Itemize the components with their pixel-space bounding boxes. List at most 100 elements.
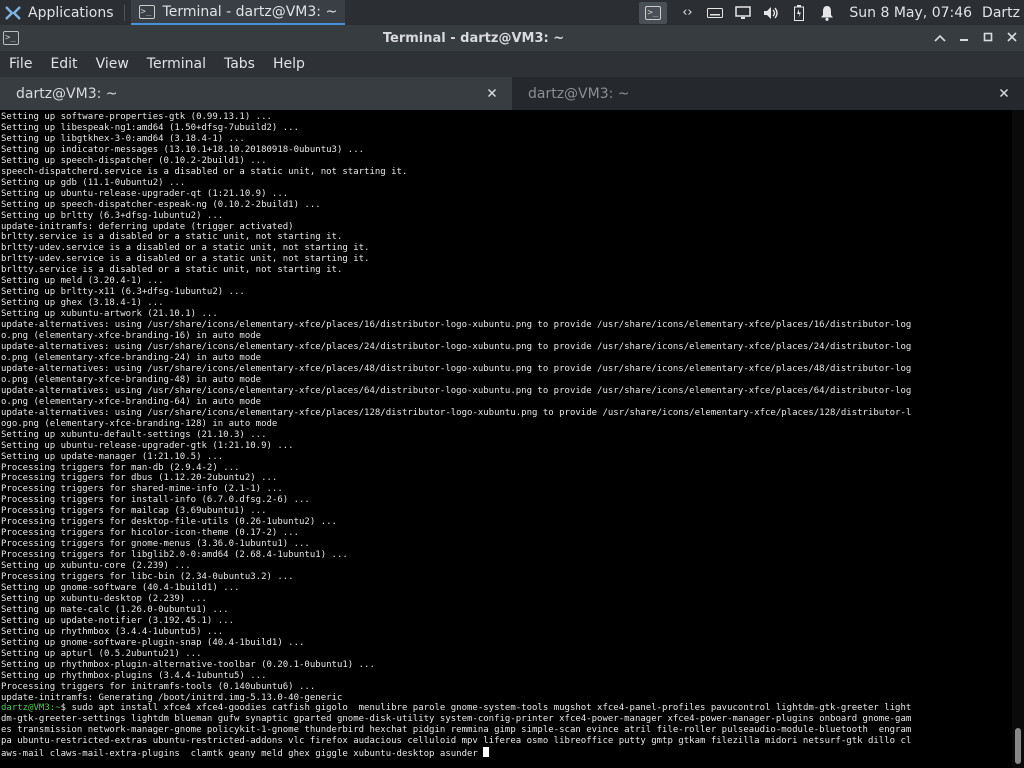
- menu-terminal[interactable]: Terminal: [138, 51, 215, 77]
- close-icon: [999, 88, 1009, 97]
- menu-help[interactable]: Help: [264, 51, 314, 77]
- tab-close-button[interactable]: [484, 86, 500, 102]
- menu-bar: File Edit View Terminal Tabs Help: [0, 51, 1024, 77]
- terminal-line: Processing triggers for desktop-file-uti…: [1, 517, 337, 528]
- tab-label: dartz@VM3: ~: [528, 85, 630, 102]
- command-text: es transmission network-manager-gnome po…: [1, 725, 912, 736]
- menu-file[interactable]: File: [0, 51, 41, 77]
- tab-1[interactable]: dartz@VM3: ~: [0, 77, 512, 110]
- terminal-line: Processing triggers for initramfs-tools …: [1, 681, 316, 692]
- tab-bar: dartz@VM3: ~ dartz@VM3: ~: [0, 77, 1024, 110]
- terminal-icon[interactable]: >_: [3, 31, 19, 45]
- display-icon[interactable]: [735, 5, 752, 21]
- terminal-line: Setting up xubuntu-default-settings (21.…: [1, 429, 267, 440]
- terminal-line: Processing triggers for gnome-menus (3.3…: [1, 539, 310, 550]
- minimize-icon: [960, 39, 968, 41]
- terminal-line: update-initramfs: deferring update (trig…: [1, 221, 294, 232]
- terminal-line: Setting up libgtkhex-3-0:amd64 (3.18.4-1…: [1, 133, 245, 144]
- terminal-line: Setting up libespeak-ng1:amd64 (1.50+dfs…: [1, 122, 300, 133]
- window-titlebar[interactable]: >_ Terminal - dartz@VM3: ~: [0, 25, 1024, 51]
- terminal-line: Processing triggers for mailcap (3.69ubu…: [1, 506, 267, 517]
- applications-label: Applications: [28, 4, 114, 21]
- terminal-line: brltty.service is a disabled or a static…: [1, 265, 343, 276]
- window-title: Terminal - dartz@VM3: ~: [382, 30, 565, 46]
- notifications-icon[interactable]: [819, 5, 835, 21]
- terminal-line: update-alternatives: using /usr/share/ic…: [1, 363, 912, 374]
- terminal-line: Setting up ubuntu-release-upgrader-gtk (…: [1, 440, 294, 451]
- menu-edit[interactable]: Edit: [41, 51, 86, 77]
- terminal-line: brltty-udev.service is a disabled or a s…: [1, 254, 370, 265]
- tab-label: dartz@VM3: ~: [16, 85, 118, 102]
- close-icon: [487, 88, 497, 97]
- terminal-icon: >_: [645, 5, 662, 20]
- close-icon: [1007, 32, 1017, 42]
- terminal-line: speech-dispatcherd.service is a disabled…: [1, 166, 408, 177]
- terminal-command-line: pa ubuntu-restricted-extras ubuntu-restr…: [1, 736, 1011, 747]
- battery-icon[interactable]: [791, 4, 807, 21]
- command-text: aws-mail claws-mail-extra-plugins clamtk…: [1, 749, 484, 760]
- terminal-line: Setting up rhythmbox-plugins (3.4.4-1ubu…: [1, 670, 267, 681]
- terminal-line: o.png (elementary-xfce-branding-48) in a…: [1, 374, 262, 385]
- terminal-command-line: dm-gtk-greeter-settings lightdm blueman …: [1, 714, 1011, 725]
- tab-close-button[interactable]: [996, 86, 1012, 102]
- terminal-line: Setting up gnome-software-plugin-snap (4…: [1, 637, 305, 648]
- text-cursor: [483, 747, 490, 758]
- maximize-button[interactable]: [976, 30, 1000, 46]
- terminal-line: Processing triggers for hicolor-icon-the…: [1, 528, 300, 539]
- user-menu[interactable]: Dartz: [982, 5, 1024, 21]
- terminal-line: brltty-udev.service is a disabled or a s…: [1, 243, 370, 254]
- keyboard-arrows-icon[interactable]: ‹›: [679, 5, 695, 21]
- close-button[interactable]: [1000, 30, 1024, 46]
- terminal-line: Setting up brltty-x11 (6.3+dfsg-1ubuntu2…: [1, 287, 245, 298]
- terminal-line: Setting up rhythmbox (3.4.4-1ubuntu5) ..…: [1, 626, 224, 637]
- terminal-line: Processing triggers for install-info (6.…: [1, 495, 310, 506]
- panel-separator: [123, 4, 125, 21]
- menu-tabs[interactable]: Tabs: [215, 51, 264, 77]
- terminal-output: Setting up software-properties-gtk (0.99…: [1, 112, 1011, 760]
- applications-menu-button[interactable]: Applications: [0, 0, 120, 25]
- system-tray: ‹›: [667, 4, 835, 21]
- terminal-command-line: es transmission network-manager-gnome po…: [1, 725, 1011, 736]
- clock[interactable]: Sun 8 May, 07:46: [835, 5, 982, 21]
- volume-icon[interactable]: [763, 5, 779, 21]
- terminal-line: Processing triggers for libglib2.0-0:amd…: [1, 550, 348, 561]
- terminal-view[interactable]: Setting up software-properties-gtk (0.99…: [0, 110, 1024, 768]
- menu-view[interactable]: View: [87, 51, 138, 77]
- shell-prompt: dartz@VM3:~: [1, 703, 61, 714]
- command-text: pa ubuntu-restricted-extras ubuntu-restr…: [1, 736, 912, 747]
- terminal-line: o.png (elementary-xfce-branding-24) in a…: [1, 352, 262, 363]
- terminal-line: Processing triggers for dbus (1.12.20-2u…: [1, 473, 278, 484]
- top-panel: Applications >_ Terminal - dartz@VM3: ~ …: [0, 0, 1024, 25]
- xfce-logo-icon: [5, 5, 21, 20]
- maximize-icon: [983, 32, 993, 42]
- terminal-line: update-alternatives: using /usr/share/ic…: [1, 385, 912, 396]
- command-text: $ sudo apt install xfce4 xfce4-goodies c…: [60, 703, 912, 714]
- terminal-line: Setting up mate-calc (1.26.0-0ubuntu1) .…: [1, 604, 229, 615]
- taskbar-terminal-button[interactable]: >_ Terminal - dartz@VM3: ~: [130, 0, 346, 25]
- terminal-line: Setting up software-properties-gtk (0.99…: [1, 112, 272, 122]
- terminal-line: update-alternatives: using /usr/share/ic…: [1, 320, 912, 331]
- terminal-line: Setting up update-manager (1:21.10.5) ..…: [1, 451, 224, 462]
- terminal-line: Setting up apturl (0.5.2ubuntu21) ...: [1, 648, 202, 659]
- shade-button[interactable]: [928, 30, 952, 46]
- terminal-launcher-button[interactable]: >_: [639, 1, 668, 24]
- terminal-line: Setting up update-notifier (3.192.45.1) …: [1, 615, 234, 626]
- scrollbar-thumb[interactable]: [1015, 728, 1021, 764]
- terminal-icon: >_: [138, 4, 155, 19]
- terminal-line: Setting up ghex (3.18.4-1) ...: [1, 298, 164, 309]
- chevron-up-icon: [934, 34, 946, 42]
- keyboard-icon[interactable]: [707, 5, 724, 21]
- tab-2[interactable]: dartz@VM3: ~: [512, 77, 1024, 110]
- terminal-line: Setting up xubuntu-desktop (2.239) ...: [1, 593, 207, 604]
- terminal-line: Setting up xubuntu-core (2.239) ...: [1, 561, 191, 572]
- taskbar-terminal-label: Terminal - dartz@VM3: ~: [162, 3, 338, 20]
- terminal-line: Setting up xubuntu-artwork (21.10.1) ...: [1, 309, 218, 320]
- terminal-line: Processing triggers for man-db (2.9.4-2)…: [1, 462, 240, 473]
- minimize-button[interactable]: [952, 30, 976, 46]
- terminal-line: Setting up brltty (6.3+dfsg-1ubuntu2) ..…: [1, 210, 224, 221]
- terminal-scrollbar[interactable]: [1012, 110, 1024, 768]
- terminal-line: Setting up speech-dispatcher (0.10.2-2bu…: [1, 155, 267, 166]
- terminal-line: Setting up indicator-messages (13.10.1+1…: [1, 144, 365, 155]
- terminal-line: o.png (elementary-xfce-branding-64) in a…: [1, 396, 262, 407]
- terminal-line: update-alternatives: using /usr/share/ic…: [1, 342, 912, 353]
